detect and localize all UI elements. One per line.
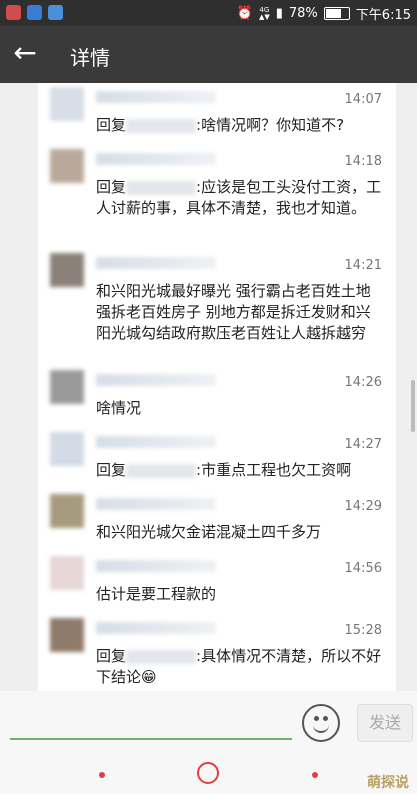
message-text: 回复:具体情况不清楚，所以不好下结论😁 bbox=[96, 647, 382, 686]
composer-bar: 发送 萌探说 bbox=[0, 691, 417, 794]
page-title: 详情 bbox=[70, 46, 110, 70]
username-blurred bbox=[96, 374, 216, 386]
send-button[interactable]: 发送 bbox=[357, 704, 413, 742]
timestamp: 14:21 bbox=[344, 258, 382, 273]
status-bar: ⏰ 4G ▲▼ ▮ 78% 下午6:15 bbox=[0, 0, 417, 26]
network-icon: 4G ▲▼ bbox=[258, 5, 270, 21]
app-notification-icon bbox=[6, 5, 21, 20]
message-text: 啥情况 bbox=[96, 399, 142, 417]
avatar[interactable] bbox=[50, 618, 84, 652]
avatar[interactable] bbox=[50, 149, 84, 183]
comment-list[interactable]: 14:07 回复:啥情况啊？你知道不? 14:18 回复:应该是包工头没付工资，… bbox=[38, 83, 396, 691]
message-text: 估计是要工程款的 bbox=[96, 585, 217, 603]
clock: 下午6:15 bbox=[355, 8, 411, 23]
message-text: 和兴阳光城欠金诺混凝土四千多万 bbox=[96, 523, 322, 541]
battery-percent: 78% bbox=[288, 6, 318, 21]
nav-menu-dot-icon[interactable] bbox=[312, 772, 318, 778]
battery-icon bbox=[323, 7, 350, 20]
message-text: 回复:啥情况啊？你知道不? bbox=[96, 116, 345, 134]
watermark: 萌探说 bbox=[367, 775, 409, 791]
timestamp: 14:18 bbox=[344, 154, 382, 169]
avatar[interactable] bbox=[50, 556, 84, 590]
username-blurred bbox=[96, 622, 216, 634]
alarm-icon: ⏰ bbox=[236, 6, 253, 21]
emoji-button[interactable] bbox=[302, 704, 340, 742]
notification-icons bbox=[6, 5, 63, 20]
timestamp: 14:27 bbox=[344, 437, 382, 452]
username-blurred bbox=[96, 153, 216, 165]
app-notification-icon bbox=[48, 5, 63, 20]
username-blurred bbox=[96, 498, 216, 510]
scrollbar[interactable] bbox=[411, 380, 415, 432]
app-bar: ← 详情 bbox=[0, 26, 417, 83]
username-blurred bbox=[96, 91, 216, 103]
comment-input[interactable] bbox=[10, 738, 292, 740]
avatar[interactable] bbox=[50, 253, 84, 287]
message-text: 和兴阳光城最好曝光 强行霸占老百姓土地强拆老百姓房子 别地方都是拆迁发财和兴阳光… bbox=[96, 282, 371, 342]
timestamp: 14:29 bbox=[344, 499, 382, 514]
home-circle-icon[interactable] bbox=[197, 762, 219, 784]
back-arrow-icon[interactable]: ← bbox=[10, 39, 40, 69]
navigation-bar: 萌探说 bbox=[0, 752, 417, 794]
signal-icon: ▮ bbox=[275, 6, 283, 21]
avatar[interactable] bbox=[50, 87, 84, 121]
message-text: 回复:应该是包工头没付工资，工人讨薪的事，具体不清楚，我也才知道。 bbox=[96, 178, 382, 217]
app-notification-icon bbox=[27, 5, 42, 20]
nav-back-dot-icon[interactable] bbox=[99, 772, 105, 778]
username-blurred bbox=[96, 257, 216, 269]
timestamp: 14:56 bbox=[344, 561, 382, 576]
username-blurred bbox=[96, 436, 216, 448]
timestamp: 14:26 bbox=[344, 375, 382, 390]
avatar[interactable] bbox=[50, 432, 84, 466]
message-text: 回复:市重点工程也欠工资啊 bbox=[96, 461, 352, 479]
timestamp: 14:07 bbox=[344, 92, 382, 107]
username-blurred bbox=[96, 560, 216, 572]
avatar[interactable] bbox=[50, 370, 84, 404]
timestamp: 15:28 bbox=[344, 623, 382, 638]
avatar[interactable] bbox=[50, 494, 84, 528]
